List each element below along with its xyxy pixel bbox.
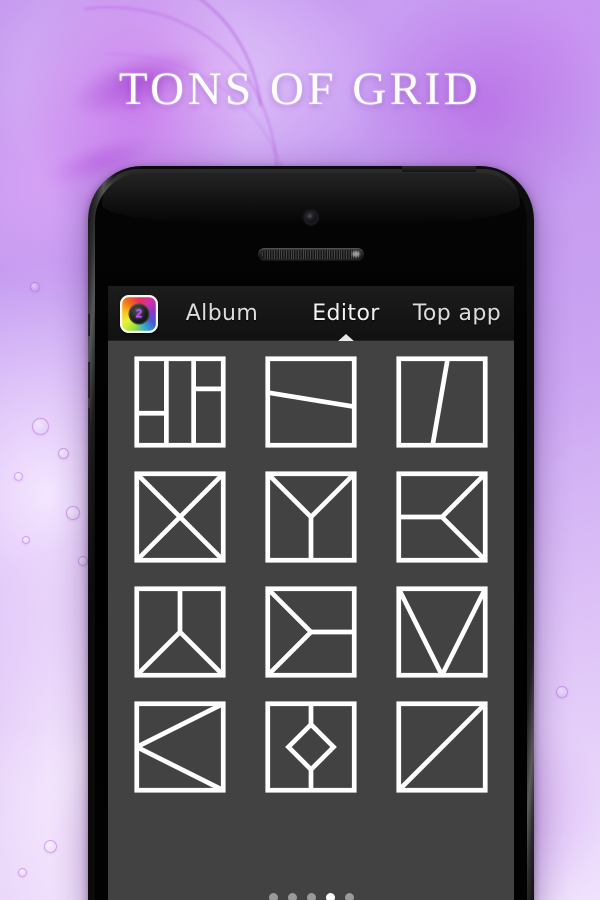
tab-album[interactable]: Album [158,286,286,341]
water-droplet-icon [32,418,49,435]
grid-template-left-pointing-wedge-split[interactable] [133,700,227,794]
tab-top-app[interactable]: Top app [406,286,514,341]
water-droplet-icon [66,506,80,520]
app-logo-badge: 2 [135,306,143,321]
power-button[interactable] [402,166,476,172]
grid-template-center-diamond-split[interactable] [264,700,358,794]
app-navigation-bar: 2 Album Editor Top app [108,286,514,342]
grid-template-area [108,341,514,900]
water-droplet-icon [22,536,30,544]
right-side-marking [532,302,534,318]
tab-editor-label: Editor [312,301,380,326]
app-screen: 2 Album Editor Top app [108,286,514,900]
page-title: TONS OF GRID [118,63,482,115]
grid-template-right-pointing-wedge-split[interactable] [264,585,358,679]
grid-template-three-column-split-layout[interactable] [133,355,227,449]
page-dot[interactable] [268,893,278,900]
front-camera-icon [303,210,319,225]
page-indicator [108,893,514,900]
water-droplet-icon [58,448,69,459]
phone-mockup: 2 Album Editor Top app [88,166,534,900]
promo-screenshot: TONS OF GRID 2 Album Editor Top app [0,0,600,900]
water-droplet-icon [556,686,568,698]
tab-album-label: Album [185,301,259,326]
grid-template-x-cross-four-triangles[interactable] [133,470,227,564]
water-droplet-icon [30,282,40,292]
page-dot[interactable] [306,893,316,900]
grid-template-slanted-horizontal-split[interactable] [264,355,358,449]
tab-top-app-label: Top app [412,301,502,326]
grid-template-single-diagonal-split[interactable] [395,700,489,794]
earpiece-speaker-icon [258,248,364,261]
water-droplet-icon [18,868,27,877]
grid-template-slanted-vertical-split[interactable] [395,355,489,449]
grid-template-y-split-three-panes[interactable] [264,470,358,564]
page-dot[interactable] [287,893,297,900]
volume-up-button[interactable] [88,362,90,398]
nav-item-list: Album Editor Top app [158,286,514,342]
app-logo-camera-icon[interactable]: 2 [120,294,158,333]
water-droplet-icon [14,472,23,481]
page-dot-active[interactable] [325,893,335,900]
grid-template-list [120,355,502,797]
volume-down-button[interactable] [88,408,90,444]
grid-template-left-t-right-arrow-split[interactable] [395,470,489,564]
mute-switch[interactable] [88,314,90,336]
grid-template-inverted-y-split[interactable] [133,585,227,679]
water-droplet-icon [44,840,57,853]
water-droplet-icon [78,556,88,566]
tab-editor[interactable]: Editor [286,286,406,342]
camera-lens-icon: 2 [128,303,150,324]
page-dot[interactable] [344,893,354,900]
grid-template-v-split-three-panes[interactable] [395,585,489,679]
